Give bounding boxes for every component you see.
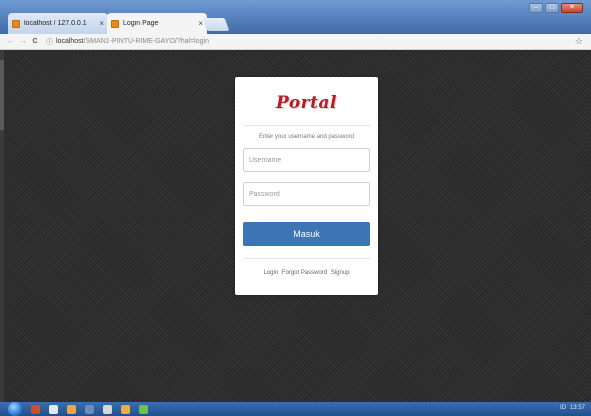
system-tray: ID 13:57 — [560, 405, 585, 411]
app-taskbar-icon[interactable] — [103, 404, 112, 414]
tab-label: Login Page — [123, 20, 159, 27]
tab-label: localhost / 127.0.0.1 — [24, 20, 87, 27]
back-arrow-icon[interactable]: ← — [6, 38, 16, 45]
app-taskbar-icon[interactable] — [85, 404, 94, 414]
start-button[interactable] — [8, 402, 22, 416]
links-divider — [243, 258, 370, 259]
logo-divider — [243, 125, 370, 126]
reload-icon[interactable]: C — [30, 38, 40, 45]
tab-localhost[interactable]: localhost / 127.0.0.1 × — [8, 13, 108, 34]
minimize-button[interactable]: – — [529, 3, 543, 13]
explorer-taskbar-icon[interactable] — [49, 404, 58, 414]
login-subtitle: Enter your username and password — [258, 134, 355, 140]
tab-favicon-icon — [12, 19, 20, 28]
address-toolbar: ← → C ⓘ localhost/SMAN1-PINTU-RIME-GAYO/… — [0, 34, 591, 50]
forgot-password-link[interactable]: Forgot Password — [282, 270, 327, 276]
url-path: /SMAN1-PINTU-RIME-GAYO/?hal=login — [83, 38, 209, 45]
portal-logo: Portal — [276, 93, 337, 113]
site-info-icon[interactable]: ⓘ — [46, 37, 53, 47]
masuk-button[interactable]: Masuk — [243, 222, 370, 246]
username-input[interactable] — [243, 148, 370, 172]
window-controls: – □ ✕ — [529, 3, 583, 13]
folder-taskbar-icon[interactable] — [67, 404, 76, 414]
forward-arrow-icon[interactable]: → — [18, 38, 28, 45]
close-window-button[interactable]: ✕ — [561, 3, 583, 13]
auth-links: Login Forgot Password Signup — [235, 270, 378, 276]
maximize-button[interactable]: □ — [545, 3, 559, 13]
tab-close-icon[interactable]: × — [198, 19, 203, 28]
address-input[interactable]: localhost/SMAN1-PINTU-RIME-GAYO/?hal=log… — [56, 38, 209, 45]
url-host: localhost — [56, 38, 84, 45]
language-indicator[interactable]: ID — [560, 405, 566, 411]
login-link[interactable]: Login — [263, 270, 278, 276]
taskbar: ID 13:57 — [0, 402, 591, 416]
scrollbar-thumb[interactable] — [0, 60, 4, 130]
tab-close-icon[interactable]: × — [99, 19, 104, 28]
new-tab-button[interactable] — [202, 18, 230, 31]
bookmark-star-icon[interactable]: ☆ — [575, 36, 583, 47]
login-card: Portal Enter your username and password … — [235, 77, 378, 295]
clock[interactable]: 13:57 — [570, 405, 585, 411]
password-input[interactable] — [243, 182, 370, 206]
browser-taskbar-icon[interactable] — [31, 404, 40, 414]
app-taskbar-icon[interactable] — [139, 404, 148, 414]
app-taskbar-icon[interactable] — [121, 404, 130, 414]
tab-login-page[interactable]: Login Page × — [107, 13, 207, 34]
tab-favicon-icon — [111, 19, 119, 28]
signup-link[interactable]: Signup — [331, 270, 350, 276]
browser-titlebar: localhost / 127.0.0.1 × Login Page × – □… — [0, 0, 591, 34]
